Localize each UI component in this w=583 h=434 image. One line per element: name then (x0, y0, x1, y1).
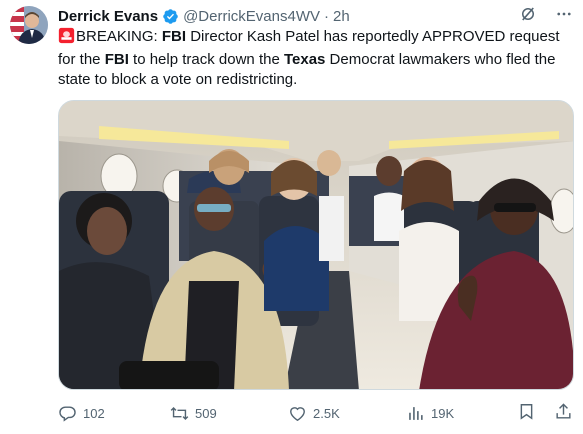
views-count: 19K (431, 405, 455, 421)
repost-count: 509 (195, 405, 217, 421)
reply-button[interactable]: 102 (58, 404, 170, 423)
post-photo[interactable] (58, 100, 574, 390)
like-button[interactable]: 2.5K (288, 404, 406, 423)
post-header: Derrick Evans @DerrickEvans4WV · 2h (58, 6, 573, 26)
post-time[interactable]: 2h (333, 8, 350, 25)
bookmark-icon[interactable] (517, 402, 536, 424)
heart-icon (290, 406, 305, 421)
separator-dot: · (324, 7, 329, 25)
share-icon[interactable] (554, 402, 573, 424)
more-options-icon[interactable] (555, 5, 573, 27)
post-text: BREAKING: FBI Director Kash Patel has re… (58, 27, 560, 88)
airplane-cabin-photo (59, 101, 573, 389)
verified-badge-icon (162, 8, 179, 25)
repost-button[interactable]: 509 (170, 404, 288, 423)
views-chart-icon (409, 406, 423, 420)
siren-emoji-icon (58, 27, 75, 50)
post-actions: 102 509 2.5K 19K (58, 400, 573, 426)
repost-icon (170, 406, 189, 420)
reply-count: 102 (83, 405, 105, 421)
author-handle[interactable]: @DerrickEvans4WV (183, 8, 320, 25)
like-count: 2.5K (313, 405, 340, 421)
author-name[interactable]: Derrick Evans (58, 8, 158, 25)
views-button[interactable]: 19K (406, 404, 516, 423)
reply-icon (59, 405, 76, 422)
grok-icon[interactable] (519, 5, 537, 27)
author-avatar[interactable] (10, 6, 48, 44)
